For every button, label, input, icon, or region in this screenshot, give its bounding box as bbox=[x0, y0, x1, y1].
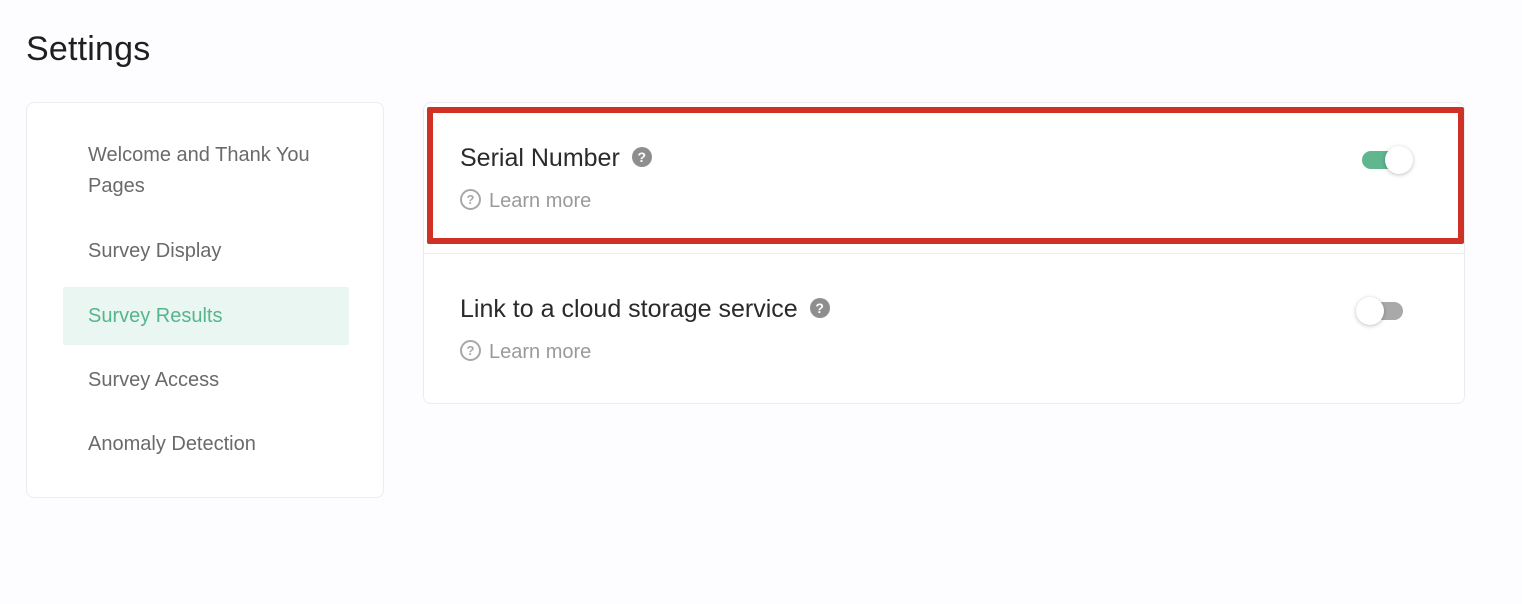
question-mark-icon[interactable]: ? bbox=[631, 147, 652, 168]
setting-title-text: Serial Number bbox=[460, 144, 620, 172]
serial-number-toggle[interactable] bbox=[1359, 145, 1413, 175]
toggle-knob bbox=[1356, 297, 1384, 325]
settings-panel: Serial Number? ? Learn more Link to a clo… bbox=[423, 102, 1465, 404]
sidebar-item-survey-display[interactable]: Survey Display bbox=[63, 236, 349, 267]
question-circle-icon: ? bbox=[460, 189, 481, 211]
sidebar-item-anomaly-detection[interactable]: Anomaly Detection bbox=[63, 429, 349, 460]
sidebar-item-welcome-thank-you[interactable]: Welcome and Thank You Pages bbox=[63, 140, 349, 202]
setting-title-serial-number: Serial Number? bbox=[460, 144, 652, 173]
cloud-storage-toggle[interactable] bbox=[1356, 296, 1406, 326]
learn-more-link-serial-number[interactable]: ? Learn more bbox=[460, 189, 592, 213]
setting-title-cloud-storage: Link to a cloud storage service? bbox=[460, 295, 830, 324]
page-title: Settings bbox=[26, 30, 151, 68]
sidebar-item-survey-access[interactable]: Survey Access bbox=[63, 365, 349, 396]
question-circle-icon: ? bbox=[460, 340, 481, 362]
question-mark-icon[interactable]: ? bbox=[809, 298, 830, 319]
settings-sidebar: Welcome and Thank You Pages Survey Displ… bbox=[26, 102, 384, 498]
sidebar-item-survey-results[interactable]: Survey Results bbox=[63, 287, 349, 345]
learn-more-link-cloud-storage[interactable]: ? Learn more bbox=[460, 340, 592, 364]
setting-title-text: Link to a cloud storage service bbox=[460, 295, 798, 323]
learn-more-text: Learn more bbox=[489, 341, 592, 363]
setting-row-serial-number: Serial Number? ? Learn more bbox=[424, 103, 1464, 253]
setting-row-cloud-storage: Link to a cloud storage service? ? Learn … bbox=[424, 254, 1464, 404]
toggle-knob bbox=[1385, 146, 1413, 174]
learn-more-text: Learn more bbox=[489, 190, 592, 212]
